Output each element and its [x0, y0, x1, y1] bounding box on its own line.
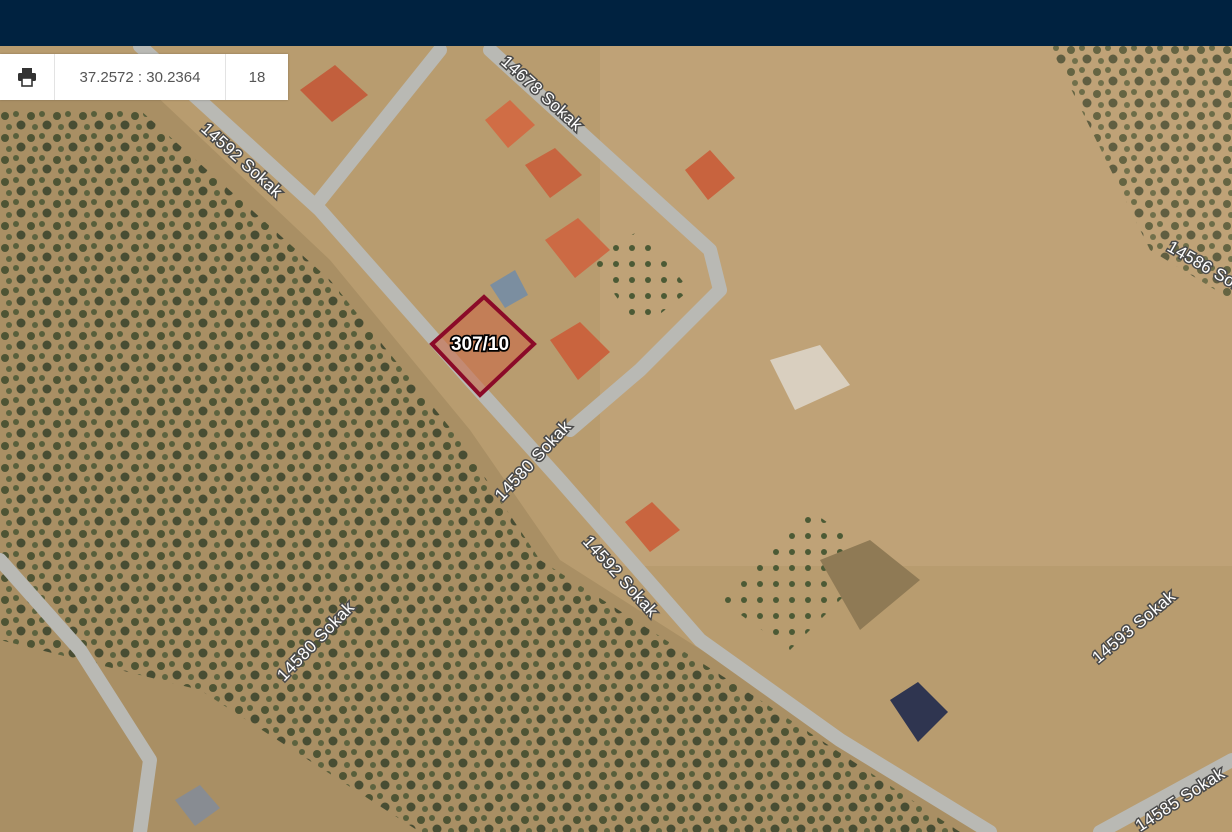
satellite-map[interactable]: 307/10 14592 Sokak 14678 Sokak 14580 Sok…	[0, 46, 1232, 832]
printer-icon	[18, 68, 36, 87]
print-button[interactable]	[0, 54, 55, 100]
parcel-label: 307/10	[451, 334, 509, 355]
coordinate-readout: 37.2572 : 30.2364	[55, 54, 226, 100]
map-toolbar: 37.2572 : 30.2364 18	[0, 54, 288, 100]
zoom-level: 18	[248, 68, 266, 86]
top-navigation-bar	[0, 0, 1232, 46]
